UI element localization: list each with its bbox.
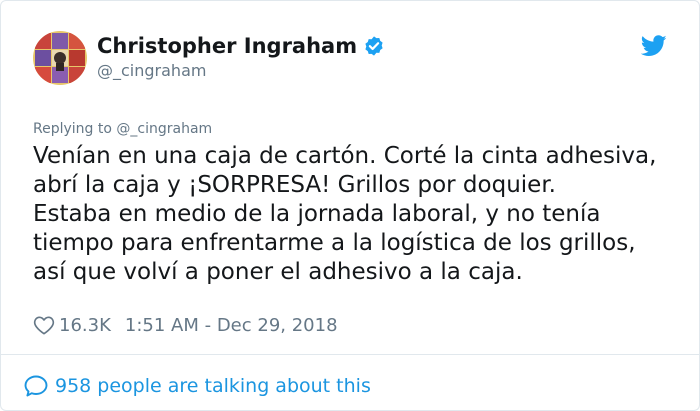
twitter-bird-icon[interactable]: [640, 35, 667, 57]
tweet-text: Venían en una caja de cartón. Corté la c…: [33, 143, 657, 285]
replying-to-handle[interactable]: @_cingraham: [116, 121, 212, 137]
author-block: Christopher Ingraham @_cingraham: [97, 33, 385, 82]
replying-to: Replying to @_cingraham: [33, 121, 212, 137]
avatar[interactable]: [33, 31, 87, 85]
author-handle[interactable]: @_cingraham: [97, 60, 385, 82]
tweet-timestamp[interactable]: 1:51 AM - Dec 29, 2018: [125, 315, 338, 336]
heart-icon[interactable]: [33, 315, 55, 335]
tweet-header: Christopher Ingraham @_cingraham: [33, 29, 669, 93]
author-display-name[interactable]: Christopher Ingraham: [97, 33, 357, 59]
tweet-meta: 16.3K 1:51 AM - Dec 29, 2018: [33, 313, 338, 337]
verified-badge-icon: [363, 35, 385, 57]
tweet-card: Christopher Ingraham @_cingraham Replyin…: [0, 0, 700, 411]
divider: [1, 354, 699, 355]
conversation-link[interactable]: 958 people are talking about this: [23, 373, 371, 399]
replying-to-label: Replying to: [33, 121, 112, 137]
speech-bubble-icon: [24, 375, 48, 397]
conversation-text[interactable]: 958 people are talking about this: [55, 375, 371, 397]
like-count[interactable]: 16.3K: [59, 315, 111, 336]
